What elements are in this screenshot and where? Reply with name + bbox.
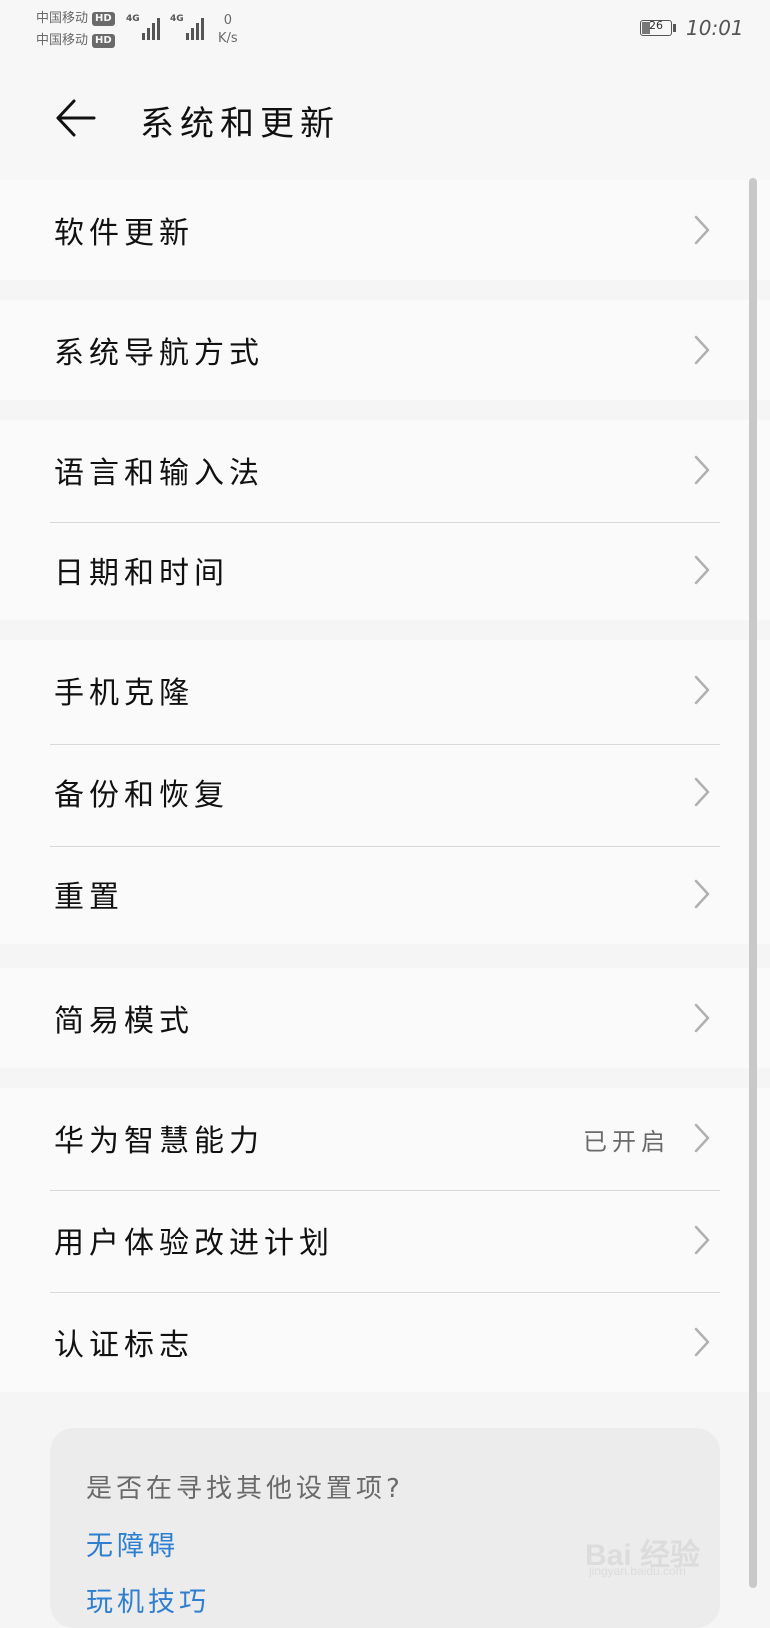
settings-group: 系统导航方式 (0, 300, 770, 400)
chevron-right-icon (694, 675, 710, 705)
settings-item-backup-restore[interactable]: 备份和恢复 (0, 742, 770, 842)
chevron-right-icon (694, 1327, 710, 1357)
header: 系统和更新 (0, 58, 770, 182)
speed-unit: K/s (218, 31, 238, 46)
settings-group: 简易模式 (0, 968, 770, 1068)
settings-item-navigation[interactable]: 系统导航方式 (0, 300, 770, 400)
carrier-info: 中国移动 HD 中国移动 HD (36, 8, 115, 52)
network-type-2: 4G (170, 14, 184, 24)
chevron-right-icon (694, 1003, 710, 1033)
battery-icon: 26 (640, 19, 672, 36)
network-type-1: 4G (126, 14, 140, 24)
chevron-right-icon (694, 215, 710, 245)
item-label: 重置 (54, 880, 124, 915)
baidu-watermark: Bai 经验 jingyan.baidu.com (585, 1516, 735, 1578)
clock: 10:01 (686, 16, 744, 40)
hd-badge: HD (92, 12, 115, 26)
item-label: 软件更新 (54, 216, 194, 251)
item-label: 语言和输入法 (54, 456, 264, 491)
item-label: 认证标志 (54, 1328, 194, 1363)
suggestion-link-accessibility[interactable]: 无障碍 (86, 1524, 179, 1563)
carrier-1: 中国移动 (36, 11, 89, 26)
item-label: 系统导航方式 (54, 336, 264, 371)
chevron-right-icon (694, 777, 710, 807)
settings-item-simple-mode[interactable]: 简易模式 (0, 968, 770, 1068)
settings-item-software-update[interactable]: 软件更新 (0, 180, 770, 280)
settings-group: 语言和输入法 日期和时间 (0, 420, 770, 620)
settings-group: 华为智慧能力 已开启 用户体验改进计划 认证标志 (0, 1088, 770, 1392)
chevron-right-icon (694, 335, 710, 365)
arrow-left-icon[interactable] (50, 92, 102, 144)
item-label: 手机克隆 (54, 676, 194, 711)
settings-item-date-time[interactable]: 日期和时间 (0, 520, 770, 620)
item-label: 华为智慧能力 (54, 1124, 264, 1159)
item-label: 日期和时间 (54, 556, 229, 591)
item-label: 用户体验改进计划 (54, 1226, 334, 1261)
chevron-right-icon (694, 879, 710, 909)
chevron-right-icon (694, 555, 710, 585)
item-label: 简易模式 (54, 1004, 194, 1039)
page-title: 系统和更新 (140, 104, 340, 144)
item-label: 备份和恢复 (54, 778, 229, 813)
carrier-2: 中国移动 (36, 33, 89, 48)
settings-item-huawei-intelligence[interactable]: 华为智慧能力 已开启 (0, 1088, 770, 1188)
settings-item-language-input[interactable]: 语言和输入法 (0, 420, 770, 520)
suggestion-question: 是否在寻找其他设置项? (86, 1474, 404, 1504)
signal-icon: 4G (126, 14, 160, 40)
hd-badge: HD (92, 34, 115, 48)
speed-value: 0 (223, 13, 232, 28)
settings-item-reset[interactable]: 重置 (0, 844, 770, 944)
signal-icon: 4G (170, 14, 204, 40)
signal-indicators: 4G 4G (126, 14, 204, 40)
settings-item-user-experience[interactable]: 用户体验改进计划 (0, 1190, 770, 1290)
chevron-right-icon (694, 1123, 710, 1153)
battery-level: 26 (649, 19, 663, 32)
scrollbar[interactable] (749, 178, 757, 1588)
settings-item-phone-clone[interactable]: 手机克隆 (0, 640, 770, 740)
settings-item-certification[interactable]: 认证标志 (0, 1292, 770, 1392)
settings-group: 手机克隆 备份和恢复 重置 (0, 640, 770, 944)
chevron-right-icon (694, 1225, 710, 1255)
settings-group: 软件更新 (0, 180, 770, 280)
battery-tip (673, 24, 676, 32)
network-speed: 0 K/s (218, 12, 238, 48)
chevron-right-icon (694, 455, 710, 485)
item-value: 已开启 (583, 1128, 670, 1156)
watermark-sub: jingyan.baidu.com (589, 1564, 686, 1578)
status-bar: 中国移动 HD 中国移动 HD 4G 4G 0 K/s 26 10:01 (0, 0, 770, 58)
